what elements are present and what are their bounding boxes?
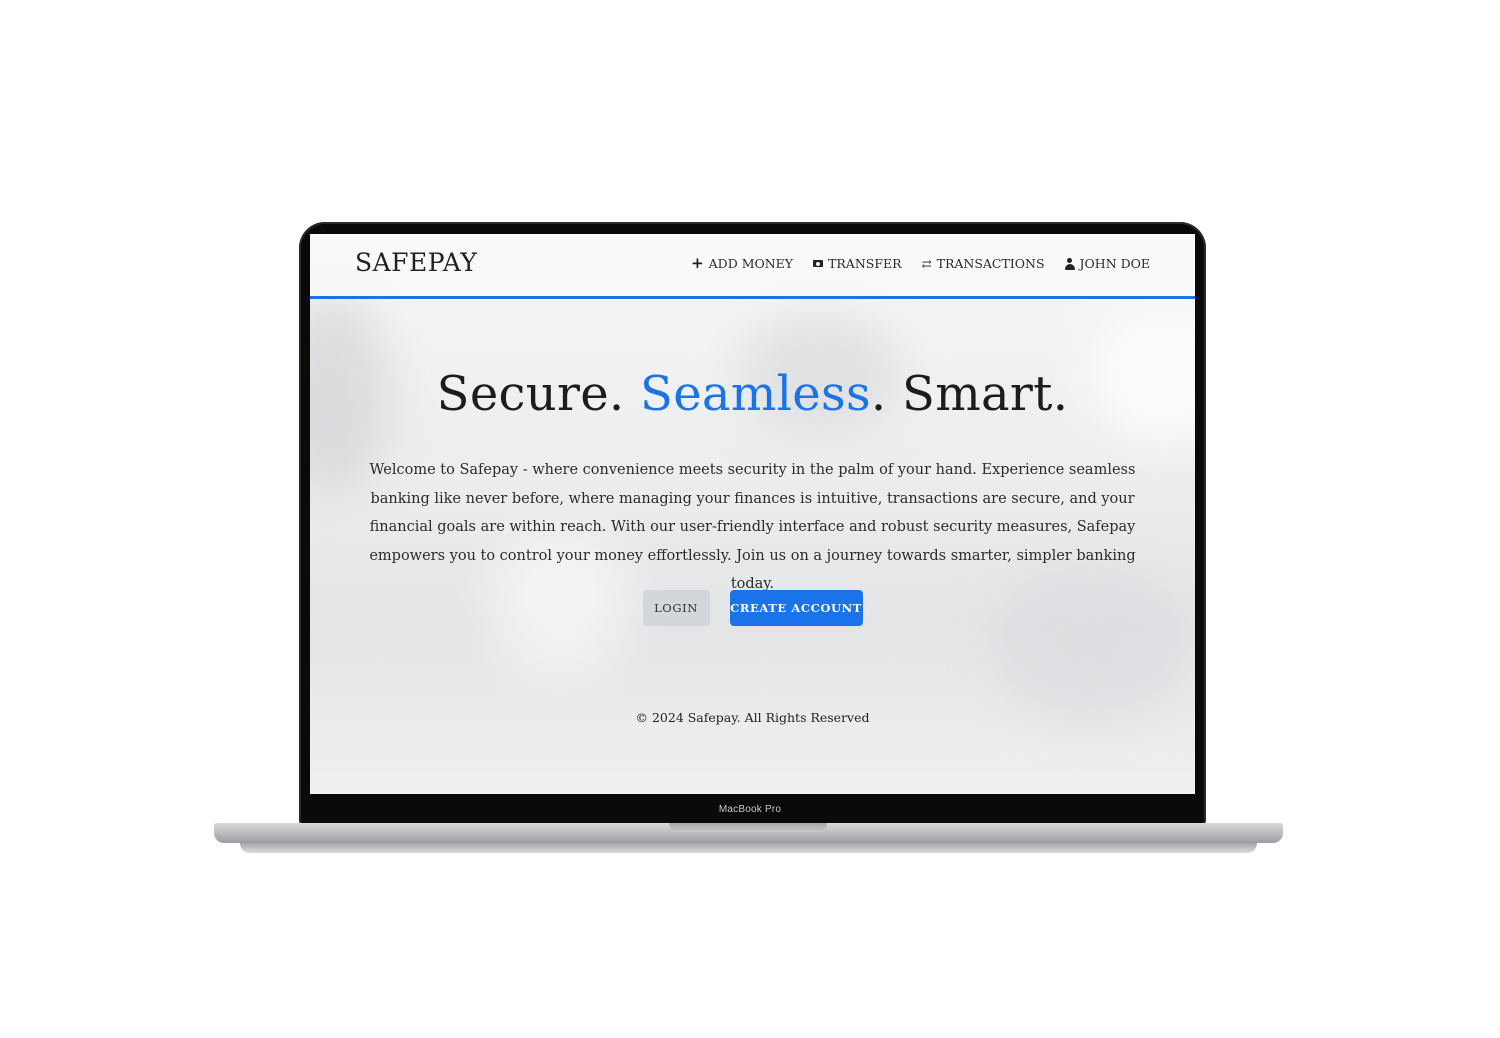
user-icon bbox=[1064, 257, 1075, 270]
create-account-button[interactable]: CREATE ACCOUNT bbox=[729, 590, 863, 626]
nav-add-money-label: ADD MONEY bbox=[708, 256, 794, 271]
nav-user-label: JOHN DOE bbox=[1079, 256, 1150, 271]
laptop-notch bbox=[669, 823, 827, 832]
footer-copyright: © 2024 Safepay. All Rights Reserved bbox=[635, 710, 870, 725]
hero-actions: LOGIN CREATE ACCOUNT bbox=[310, 590, 1195, 626]
nav-user-profile[interactable]: JOHN DOE bbox=[1064, 256, 1150, 271]
nav-transactions-label: TRANSACTIONS bbox=[936, 256, 1045, 271]
hero-description: Welcome to Safepay - where convenience m… bbox=[369, 462, 1136, 592]
mockup-stage: SAFEPAY + ADD MONEY TRANSFER ⇄ TRANSACTI… bbox=[0, 0, 1500, 1038]
hero-title: Secure. Seamless. Smart. bbox=[310, 366, 1195, 422]
nav-transfer-label: TRANSFER bbox=[828, 256, 902, 271]
hero-title-part1: Secure. bbox=[436, 366, 641, 422]
money-bill-icon bbox=[813, 260, 824, 267]
hero-title-accent: Seamless bbox=[640, 366, 871, 422]
nav-transactions[interactable]: ⇄ TRANSACTIONS bbox=[922, 256, 1045, 271]
bezel-label: MacBook Pro bbox=[718, 804, 782, 815]
hero-title-part2: . Smart. bbox=[870, 366, 1069, 422]
brand-logo[interactable]: SAFEPAY bbox=[355, 248, 477, 277]
exchange-arrows-icon: ⇄ bbox=[921, 256, 932, 271]
plus-icon: + bbox=[691, 254, 704, 272]
navbar: SAFEPAY + ADD MONEY TRANSFER ⇄ TRANSACTI… bbox=[310, 234, 1195, 299]
laptop-base-shadow bbox=[240, 843, 1257, 853]
nav-links: + ADD MONEY TRANSFER ⇄ TRANSACTIONS JOHN… bbox=[691, 254, 1150, 272]
nav-add-money[interactable]: + ADD MONEY bbox=[691, 254, 794, 272]
nav-transfer[interactable]: TRANSFER bbox=[813, 256, 902, 271]
login-button[interactable]: LOGIN bbox=[642, 590, 710, 626]
laptop-screen: SAFEPAY + ADD MONEY TRANSFER ⇄ TRANSACTI… bbox=[310, 234, 1195, 794]
